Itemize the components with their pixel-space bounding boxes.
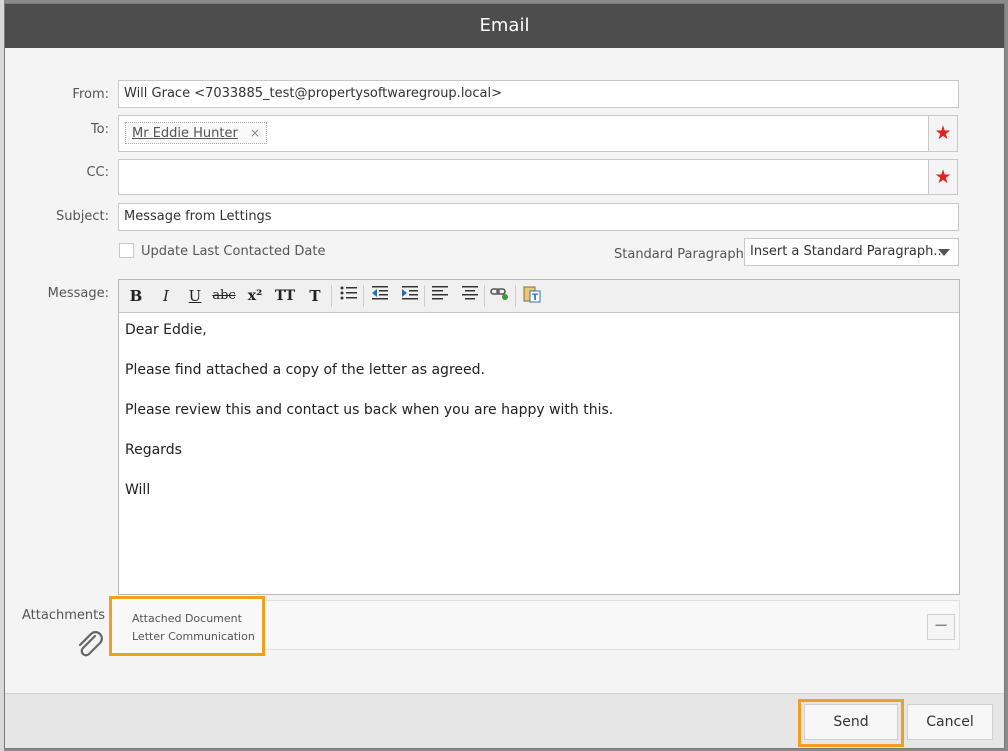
send-highlight — [798, 699, 904, 747]
to-label: To: — [90, 122, 109, 137]
indent-icon[interactable] — [398, 285, 422, 307]
remove-attachment-button[interactable]: − — [927, 614, 955, 640]
cc-field[interactable] — [118, 159, 929, 195]
toolbar-separator — [424, 285, 425, 307]
attachment-item[interactable]: Letter Communication — [132, 630, 255, 643]
from-label: From: — [72, 87, 109, 102]
cancel-button[interactable]: Cancel — [907, 704, 993, 740]
italic-button[interactable]: I — [154, 285, 178, 307]
to-field[interactable]: Mr Eddie Hunter × — [118, 115, 929, 152]
attachments-highlight: Attached Document Letter Communication — [109, 596, 265, 656]
email-dialog: Email From: Will Grace <7033885_test@pro… — [4, 3, 1005, 749]
attachments-label: Attachments — [22, 608, 105, 623]
cc-label: CC: — [86, 165, 109, 180]
recipient-token[interactable]: Mr Eddie Hunter × — [125, 122, 267, 144]
paperclip-icon — [75, 630, 105, 664]
star-icon: ★ — [934, 165, 952, 188]
paste-text-icon[interactable]: T — [520, 285, 544, 307]
bold-button[interactable]: B — [124, 285, 148, 307]
font-size-button[interactable]: TT — [273, 285, 297, 307]
message-body[interactable]: Dear Eddie, Please find attached a copy … — [125, 320, 953, 520]
subject-label: Subject: — [56, 209, 109, 224]
standard-paragraph-value: Insert a Standard Paragraph... — [750, 244, 946, 259]
message-line: Dear Eddie, — [125, 322, 207, 338]
message-line: Regards — [125, 442, 182, 458]
from-field[interactable]: Will Grace <7033885_test@propertysoftwar… — [118, 80, 959, 108]
standard-paragraph-select[interactable]: Insert a Standard Paragraph... — [744, 238, 959, 266]
update-contacted-checkbox[interactable] — [119, 243, 134, 258]
remove-recipient-icon[interactable]: × — [250, 126, 260, 140]
subject-field[interactable]: Message from Lettings — [118, 203, 959, 231]
update-contacted-label: Update Last Contacted Date — [141, 244, 326, 259]
bullet-list-icon[interactable] — [337, 285, 361, 307]
standard-paragraphs-label: Standard Paragraphs — [614, 247, 751, 262]
message-line: Please find attached a copy of the lette… — [125, 362, 485, 378]
svg-text:T: T — [532, 293, 539, 303]
recipient-name[interactable]: Mr Eddie Hunter — [132, 126, 238, 141]
outdent-icon[interactable] — [368, 285, 392, 307]
toolbar-separator — [331, 285, 332, 307]
strikethrough-button[interactable]: abc — [212, 285, 236, 307]
toolbar-separator — [515, 285, 516, 307]
star-icon: ★ — [934, 122, 952, 144]
underline-button[interactable]: U — [183, 285, 207, 307]
attachment-item[interactable]: Attached Document — [132, 612, 242, 625]
align-left-icon[interactable] — [428, 285, 452, 307]
message-line: Please review this and contact us back w… — [125, 402, 614, 418]
toolbar-separator — [363, 285, 364, 307]
cc-required-marker: ★ — [928, 159, 958, 195]
font-color-button[interactable]: T — [303, 285, 327, 307]
chevron-down-icon — [938, 249, 950, 256]
align-center-icon[interactable] — [458, 285, 482, 307]
editor-toolbar: B I U abc x² TT T T — [119, 280, 959, 313]
message-editor[interactable]: B I U abc x² TT T T Dear Eddie, Please f… — [118, 279, 960, 595]
message-line: Will — [125, 482, 151, 498]
toolbar-separator — [484, 285, 485, 307]
to-required-marker: ★ — [928, 115, 958, 152]
link-icon[interactable] — [488, 285, 512, 307]
message-label: Message: — [47, 286, 109, 301]
superscript-button[interactable]: x² — [243, 285, 267, 307]
dialog-title: Email — [5, 4, 1004, 48]
